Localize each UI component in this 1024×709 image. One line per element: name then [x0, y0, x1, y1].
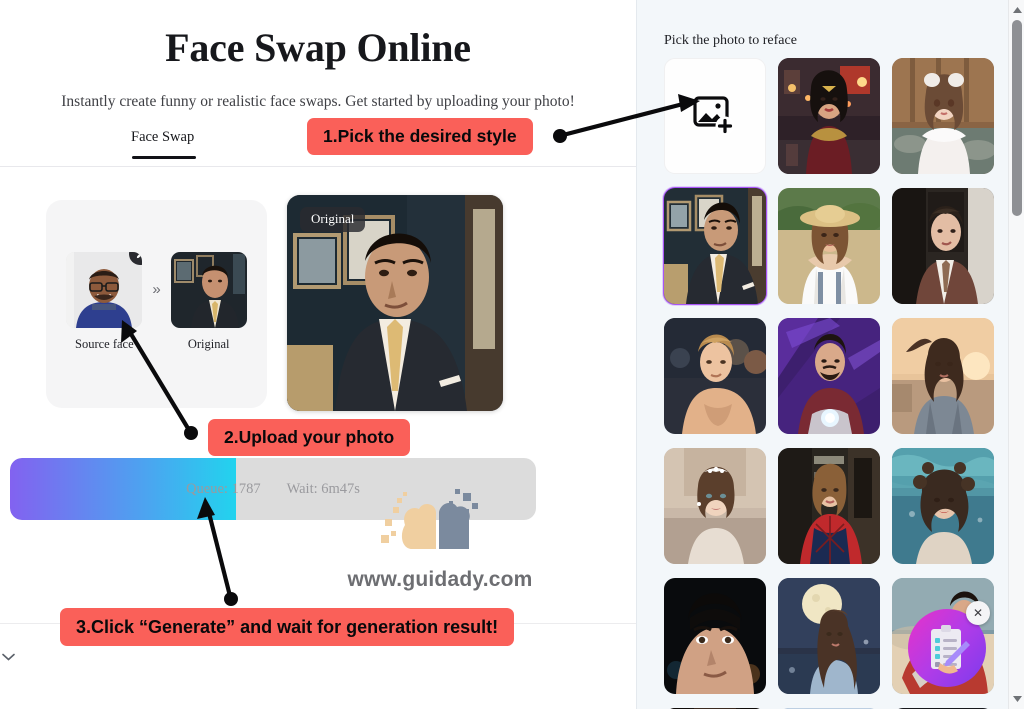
- photo-tile[interactable]: [778, 318, 880, 434]
- photo-tile[interactable]: [892, 188, 994, 304]
- app-root: Face Swap Online Instantly create funny …: [0, 0, 1024, 709]
- source-face-caption: Source face: [75, 337, 134, 351]
- source-face-thumb[interactable]: [66, 252, 143, 328]
- picker-title: Pick the photo to reface: [664, 33, 797, 48]
- photo-tile[interactable]: [892, 448, 994, 564]
- target-face-caption: Original: [187, 337, 230, 351]
- target-face-slot[interactable]: Original: [170, 252, 247, 352]
- queue-count: Queue: 1787: [186, 480, 261, 497]
- caret-down-icon: [1012, 696, 1022, 702]
- wait-time: Wait: 6m47s: [286, 480, 360, 497]
- photo-tile[interactable]: [778, 578, 880, 694]
- tab-face-swap-label: Face Swap: [131, 129, 195, 145]
- tab-face-swap[interactable]: Face Swap: [131, 129, 197, 159]
- photo-man-in-suit-office: [664, 188, 766, 304]
- photo-young-man-brown-jacket: [892, 188, 994, 304]
- picker-scrollbar[interactable]: [1008, 0, 1024, 709]
- close-icon: ✕: [972, 606, 984, 620]
- photo-tile-selected[interactable]: [663, 187, 767, 305]
- photo-iron-man-purple: [778, 318, 880, 434]
- chevron-down-icon: [2, 653, 16, 661]
- annotation-step-1: 1.Pick the desired style: [307, 118, 533, 155]
- face-swap-card: Source face » Original: [46, 200, 267, 408]
- main-content-panel: Face Swap Online Instantly create funny …: [0, 0, 636, 709]
- photo-tile[interactable]: [664, 578, 766, 694]
- preview-badge: Original: [300, 207, 366, 232]
- photo-tile[interactable]: [778, 188, 880, 304]
- caret-up-icon: [1012, 7, 1022, 13]
- photo-tile[interactable]: [778, 58, 880, 174]
- photo-upload-tile[interactable]: [664, 58, 766, 174]
- scrollbar-thumb[interactable]: [1012, 20, 1022, 216]
- photo-bride-with-tiara: [664, 448, 766, 564]
- generate-status: Queue: 1787 Wait: 6m47s: [10, 458, 536, 520]
- language-selector[interactable]: sh: [0, 648, 16, 665]
- source-face-slot[interactable]: Source face: [66, 252, 143, 352]
- annotation-step-2: 2.Upload your photo: [208, 419, 411, 456]
- photo-girl-sunset-windy-hair: [892, 318, 994, 434]
- photo-tile[interactable]: [892, 58, 994, 174]
- photo-anime-girl-white-dress: [892, 58, 994, 174]
- scroll-down-arrow-icon[interactable]: [1009, 691, 1024, 707]
- photo-picker-panel: Pick the photo to reface: [636, 0, 1024, 709]
- preview-image-card[interactable]: Original: [287, 195, 503, 411]
- hero-section: Face Swap Online Instantly create funny …: [0, 0, 636, 111]
- photo-spider-woman-suit: [778, 448, 880, 564]
- photo-wonder-woman-city: [778, 58, 880, 174]
- add-image-icon: [693, 96, 735, 136]
- photo-woman-straw-hat-field: [778, 188, 880, 304]
- swap-arrow-icon: »: [152, 281, 161, 298]
- scroll-up-arrow-icon[interactable]: [1009, 2, 1024, 18]
- annotation-step-3: 3.Click “Generate” and wait for generati…: [60, 608, 515, 646]
- watermark-url: www.guidady.com: [347, 568, 533, 591]
- target-face-thumb[interactable]: [170, 252, 247, 328]
- header-divider: [0, 166, 636, 167]
- feedback-survey-widget[interactable]: ✕: [908, 601, 990, 687]
- page-subtitle: Instantly create funny or realistic face…: [61, 93, 575, 110]
- source-face-image: [66, 252, 143, 328]
- generate-button[interactable]: Queue: 1787 Wait: 6m47s: [10, 458, 536, 520]
- close-survey-button[interactable]: ✕: [966, 601, 990, 625]
- photo-shirtless-blond-man: [664, 318, 766, 434]
- photo-dark-portrait-man: [664, 578, 766, 694]
- photo-tile[interactable]: [778, 448, 880, 564]
- photo-tile[interactable]: [664, 318, 766, 434]
- clipboard-checklist-icon: [931, 625, 970, 674]
- photo-tile[interactable]: [664, 448, 766, 564]
- pencil-icon: [136, 252, 143, 258]
- target-face-image: [170, 252, 247, 328]
- page-title: Face Swap Online: [165, 25, 471, 70]
- photo-moonlight-girl: [778, 578, 880, 694]
- photo-underwater-curly-hair-girl: [892, 448, 994, 564]
- photo-tile[interactable]: [892, 318, 994, 434]
